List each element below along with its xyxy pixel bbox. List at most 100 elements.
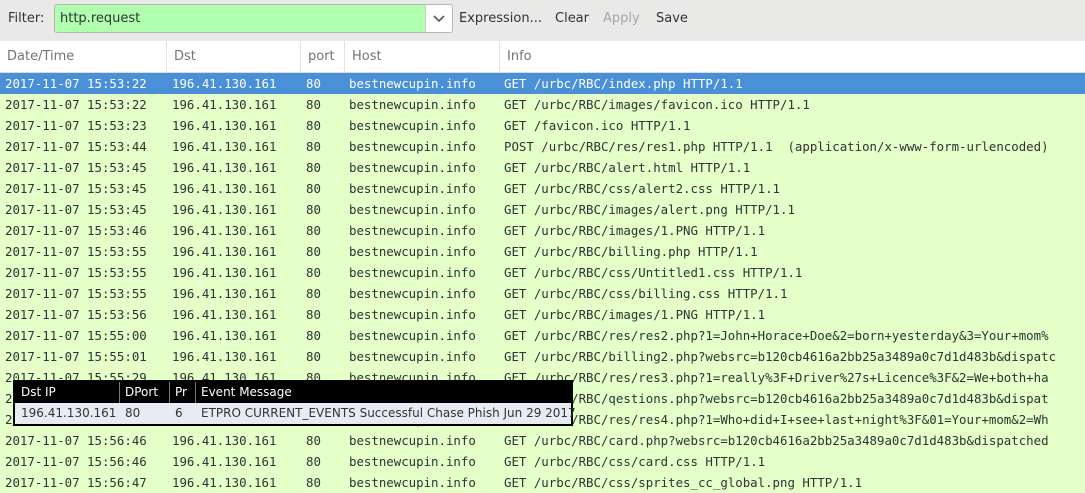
column-header-datetime[interactable]: Date/Time (0, 41, 167, 73)
column-header-host[interactable]: Host (345, 41, 500, 73)
cell-info: GET /urbc/RBC/card.php?websrc=b120cb4616… (504, 433, 1049, 448)
cell-info: GET /urbc/RBC/images/favicon.ico HTTP/1.… (504, 97, 810, 112)
cell-info: GET /urbc/RBC/qestions.php?websrc=b120cb… (504, 391, 1049, 406)
packet-row[interactable]: 2017-11-07 15:53:55 196.41.130.161 80 bestn… (0, 241, 1085, 262)
cell-dst: 196.41.130.161 (172, 475, 277, 490)
packet-row[interactable]: 2017-11-07 15:53:45 196.41.130.161 80 bestn… (0, 199, 1085, 220)
cell-host: bestnewcupin.info (349, 307, 476, 322)
packet-row[interactable]: 2017-11-07 15:55:00 196.41.130.161 80 bestn… (0, 325, 1085, 346)
cell-host: bestnewcupin.info (349, 118, 476, 133)
cell-dst: 196.41.130.161 (172, 160, 277, 175)
cell-datetime: 2017-11-07 15:56:46 (5, 454, 147, 469)
cell-info: GET /urbc/RBC/alert.html HTTP/1.1 (504, 160, 751, 175)
cell-host: bestnewcupin.info (349, 97, 476, 112)
cell-port: 80 (306, 160, 321, 175)
cell-dst: 196.41.130.161 (172, 265, 277, 280)
cell-dst: 196.41.130.161 (172, 349, 277, 364)
packet-row[interactable]: 2017-11-07 15:53:55 196.41.130.161 80 bestn… (0, 283, 1085, 304)
cell-datetime: 2017-11-07 15:53:22 (5, 76, 147, 91)
cell-dst: 196.41.130.161 (172, 307, 277, 322)
cell-info: GET /urbc/RBC/css/card.css HTTP/1.1 (504, 454, 766, 469)
cell-info: GET /urbc/RBC/css/billing.css HTTP/1.1 (504, 286, 788, 301)
cell-port: 80 (306, 307, 321, 322)
cell-dst: 196.41.130.161 (172, 139, 277, 154)
cell-port: 80 (306, 181, 321, 196)
cell-host: bestnewcupin.info (349, 433, 476, 448)
packet-row[interactable]: 2017-11-07 15:53:55 196.41.130.161 80 bestn… (0, 262, 1085, 283)
ids-alert-table: Dst IP DPort Pr Event Message 196.41.130… (13, 380, 576, 426)
packet-row[interactable]: 2017-11-07 15:53:22 196.41.130.161 80 bestn… (0, 73, 1085, 94)
cell-port: 80 (306, 433, 321, 448)
cell-port: 80 (306, 328, 321, 343)
cell-info: GET /urbc/RBC/css/Untitled1.css HTTP/1.1 (504, 265, 803, 280)
cell-info: GET /urbc/RBC/images/1.PNG HTTP/1.1 (504, 307, 766, 322)
alert-header-event-message: Event Message (201, 385, 292, 399)
cell-dst: 196.41.130.161 (172, 244, 277, 259)
cell-port: 80 (306, 97, 321, 112)
clear-button[interactable]: Clear (555, 11, 589, 26)
cell-info: GET /urbc/RBC/res/res3.php?1=really%3F+D… (504, 370, 1049, 385)
column-divider (169, 382, 170, 403)
cell-dst: 196.41.130.161 (172, 181, 277, 196)
cell-datetime: 2017-11-07 15:53:55 (5, 265, 147, 280)
cell-datetime: 2017-11-07 15:55:00 (5, 328, 147, 343)
alert-header-pr: Pr (175, 385, 187, 399)
cell-dst: 196.41.130.161 (172, 118, 277, 133)
filter-input[interactable] (55, 5, 425, 32)
packet-list-header: Date/Time Dst port Host Info (0, 41, 1085, 73)
cell-dst: 196.41.130.161 (172, 202, 277, 217)
cell-host: bestnewcupin.info (349, 286, 476, 301)
packet-row[interactable]: 2017-11-07 15:53:22 196.41.130.161 80 bestn… (0, 94, 1085, 115)
cell-dst: 196.41.130.161 (172, 433, 277, 448)
cell-host: bestnewcupin.info (349, 475, 476, 490)
cell-datetime: 2017-11-07 15:53:23 (5, 118, 147, 133)
alert-table-row: 196.41.130.161 80 6 ETPRO CURRENT_EVENTS… (15, 403, 576, 424)
cell-host: bestnewcupin.info (349, 181, 476, 196)
cell-datetime: 2017-11-07 15:56:46 (5, 433, 147, 448)
column-header-port[interactable]: port (301, 41, 345, 73)
packet-row[interactable]: 2017-11-07 15:53:45 196.41.130.161 80 bestn… (0, 178, 1085, 199)
cell-port: 80 (306, 118, 321, 133)
cell-info: GET /urbc/RBC/css/alert2.css HTTP/1.1 (504, 181, 781, 196)
cell-info: GET /urbc/RBC/res/res4.php?1=Who+did+I+s… (504, 412, 1049, 427)
apply-button[interactable]: Apply (603, 11, 640, 26)
cell-dst: 196.41.130.161 (172, 286, 277, 301)
cell-host: bestnewcupin.info (349, 454, 476, 469)
column-header-dst[interactable]: Dst (167, 41, 301, 73)
column-header-info[interactable]: Info (500, 41, 1085, 73)
packet-row[interactable]: 2017-11-07 15:53:56 196.41.130.161 80 bestn… (0, 304, 1085, 325)
packet-row[interactable]: 2017-11-07 15:53:23 196.41.130.161 80 bestn… (0, 115, 1085, 136)
filter-label: Filter: (8, 11, 45, 26)
cell-host: bestnewcupin.info (349, 202, 476, 217)
cell-datetime: 2017-11-07 15:53:44 (5, 139, 147, 154)
packet-row[interactable]: 2017-11-07 15:53:45 196.41.130.161 80 bestn… (0, 157, 1085, 178)
cell-datetime: 2017-11-07 15:53:45 (5, 160, 147, 175)
packet-row[interactable]: 2017-11-07 15:53:46 196.41.130.161 80 bestn… (0, 220, 1085, 241)
cell-info: GET /favicon.ico HTTP/1.1 (504, 118, 691, 133)
expression-button[interactable]: Expression... (459, 11, 542, 26)
alert-header-dst-ip: Dst IP (21, 385, 56, 399)
cell-host: bestnewcupin.info (349, 139, 476, 154)
packet-row[interactable]: 2017-11-07 15:53:44 196.41.130.161 80 bestn… (0, 136, 1085, 157)
cell-info: GET /urbc/RBC/billing2.php?websrc=b120cb… (504, 349, 1057, 364)
packet-row[interactable]: 2017-11-07 15:55:01 196.41.130.161 80 bestn… (0, 346, 1085, 367)
cell-datetime: 2017-11-07 15:53:55 (5, 244, 147, 259)
cell-dst: 196.41.130.161 (172, 223, 277, 238)
cell-port: 80 (306, 349, 321, 364)
alert-protocol: 6 (175, 406, 183, 420)
cell-port: 80 (306, 265, 321, 280)
alert-event-message: ETPRO CURRENT_EVENTS Successful Chase Ph… (201, 406, 576, 420)
cell-info: GET /urbc/RBC/css/sprites_cc_global.png … (504, 475, 863, 490)
alert-table-header: Dst IP DPort Pr Event Message (15, 382, 571, 403)
cell-datetime: 2017-11-07 15:55:01 (5, 349, 147, 364)
save-button[interactable]: Save (656, 11, 688, 26)
cell-info: GET /urbc/RBC/index.php HTTP/1.1 (504, 76, 743, 91)
filter-field[interactable] (54, 4, 453, 33)
packet-row[interactable]: 2017-11-07 15:56:46 196.41.130.161 80 bestn… (0, 430, 1085, 451)
cell-port: 80 (306, 202, 321, 217)
filter-history-dropdown[interactable] (425, 5, 452, 32)
cell-host: bestnewcupin.info (349, 223, 476, 238)
packet-row[interactable]: 2017-11-07 15:56:47 196.41.130.161 80 bestn… (0, 472, 1085, 493)
cell-port: 80 (306, 454, 321, 469)
packet-row[interactable]: 2017-11-07 15:56:46 196.41.130.161 80 bestn… (0, 451, 1085, 472)
